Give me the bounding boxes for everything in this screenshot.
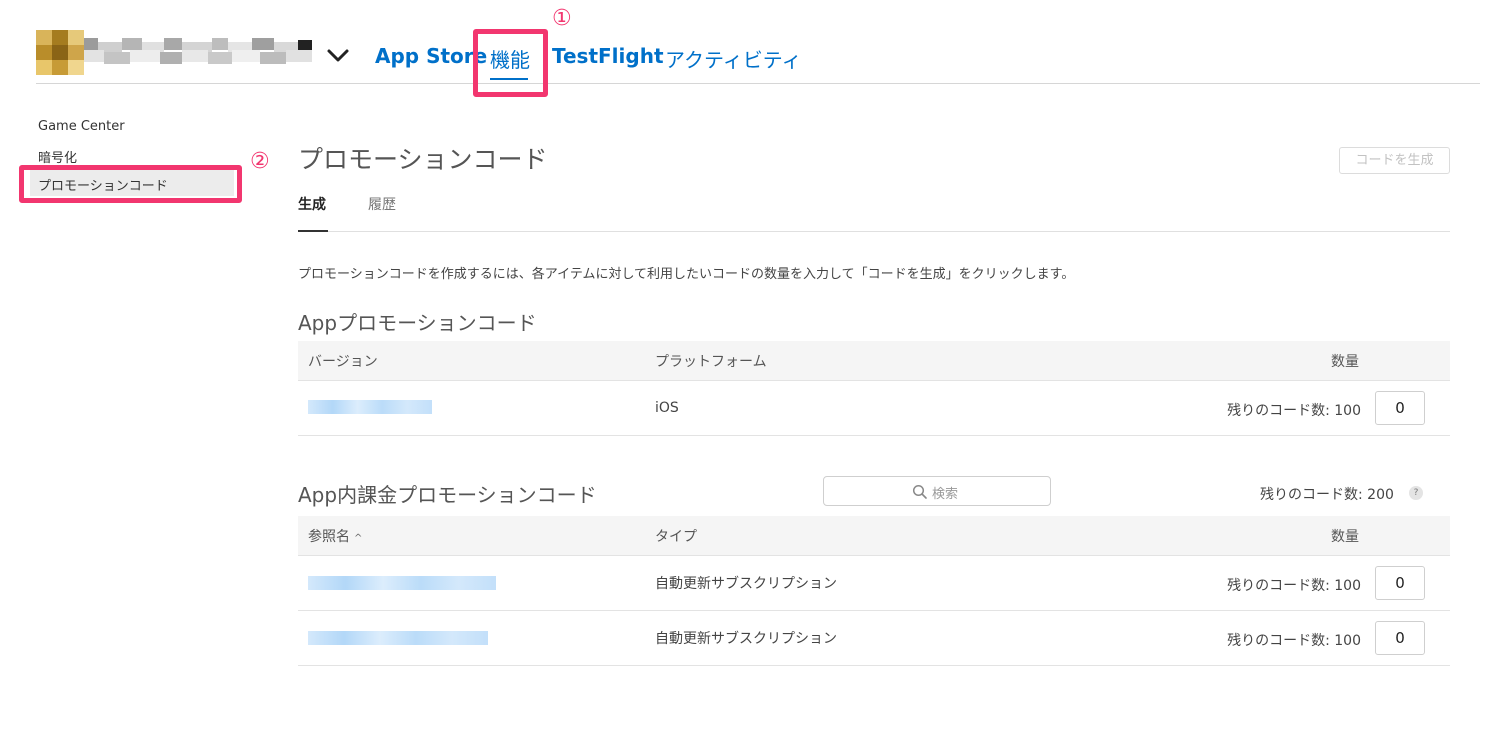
annotation-number-1: ① xyxy=(552,6,572,31)
iap-promo-section-title: App内課金プロモーションコード xyxy=(298,483,597,507)
reference-name-link[interactable] xyxy=(308,576,496,590)
reference-name-label: 参照名 xyxy=(308,529,350,545)
table-divider xyxy=(298,380,1450,381)
type-cell: 自動更新サブスクリプション xyxy=(655,631,837,647)
remaining-codes-text: 残りのコード数: 100 xyxy=(1227,633,1361,649)
annotation-number-2: ② xyxy=(250,149,270,174)
column-header-version: バージョン xyxy=(308,354,378,370)
search-icon xyxy=(912,484,928,500)
column-header-quantity: 数量 xyxy=(1331,529,1359,545)
annotation-highlight-features xyxy=(473,29,548,97)
remaining-codes-text: 残りのコード数: 100 xyxy=(1227,578,1361,594)
tab-generate[interactable]: 生成 xyxy=(298,194,326,214)
app-table-header xyxy=(298,341,1450,380)
sidebar-item-game-center[interactable]: Game Center xyxy=(38,119,125,134)
annotation-highlight-promo-codes xyxy=(19,165,242,203)
app-icon xyxy=(36,30,84,75)
column-header-platform: プラットフォーム xyxy=(655,354,767,370)
help-icon[interactable]: ? xyxy=(1409,486,1423,500)
quantity-input[interactable]: 0 xyxy=(1375,391,1425,425)
quantity-input[interactable]: 0 xyxy=(1375,566,1425,600)
iap-table-header xyxy=(298,516,1450,555)
page-title: プロモーションコード xyxy=(298,145,548,174)
sort-ascending-icon: ^ xyxy=(354,533,363,544)
table-divider xyxy=(298,555,1450,556)
platform-cell: iOS xyxy=(655,400,679,416)
search-input[interactable]: 検索 xyxy=(823,476,1051,506)
remaining-codes-text: 残りのコード数: 100 xyxy=(1227,403,1361,419)
search-placeholder: 検索 xyxy=(932,487,959,502)
total-remaining-codes: 残りのコード数: 200 xyxy=(1260,487,1394,503)
table-divider xyxy=(298,665,1450,666)
tab-app-store[interactable]: App Store xyxy=(375,44,487,68)
tab-testflight[interactable]: TestFlight xyxy=(552,44,664,68)
chevron-down-icon[interactable] xyxy=(324,44,352,68)
type-cell: 自動更新サブスクリプション xyxy=(655,576,837,592)
table-divider xyxy=(298,610,1450,611)
active-subtab-indicator xyxy=(298,230,328,232)
subtab-divider xyxy=(298,231,1450,232)
column-header-reference-name[interactable]: 参照名 ^ xyxy=(308,526,362,546)
tab-history[interactable]: 履歴 xyxy=(368,194,396,214)
tab-activity[interactable]: アクティビティ xyxy=(665,44,802,73)
sidebar-item-encryption[interactable]: 暗号化 xyxy=(38,147,77,166)
app-name[interactable] xyxy=(84,38,314,72)
app-promo-section-title: Appプロモーションコード xyxy=(298,311,537,335)
table-divider xyxy=(298,435,1450,436)
reference-name-link[interactable] xyxy=(308,631,488,645)
header-divider xyxy=(36,83,1480,84)
column-header-quantity: 数量 xyxy=(1331,354,1359,370)
instructions-text: プロモーションコードを作成するには、各アイテムに対して利用したいコードの数量を入… xyxy=(298,267,1075,282)
generate-codes-button[interactable]: コードを生成 xyxy=(1339,147,1450,174)
version-link[interactable] xyxy=(308,400,432,414)
quantity-input[interactable]: 0 xyxy=(1375,621,1425,655)
column-header-type: タイプ xyxy=(655,529,697,545)
